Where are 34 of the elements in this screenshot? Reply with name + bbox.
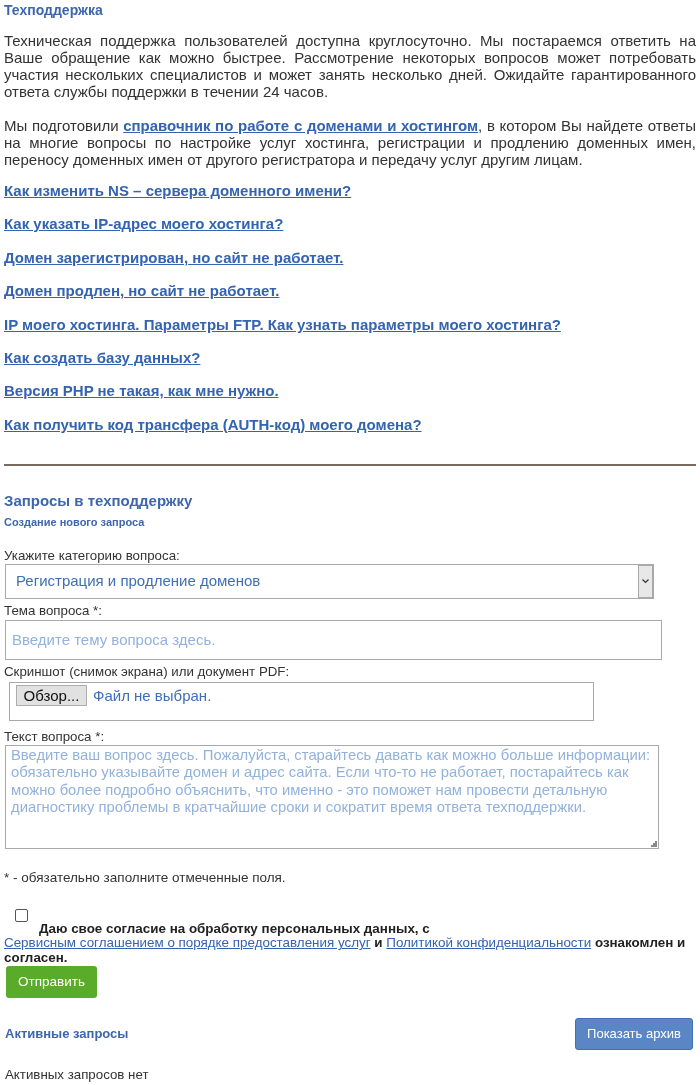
field-label: Скриншот (снимок экрана) или документ PDF: [4, 663, 290, 680]
faq-link[interactable]: IP моего хостинга. Параметры FTP. Как узнать параметры моего хостинга? [4, 315, 561, 334]
faq-link[interactable]: Версия PHP не такая, как мне нужно. [4, 382, 279, 401]
guide-link[interactable]: справочник по работе с доменами и хостингом [123, 117, 479, 134]
faq-link[interactable]: Как указать IP-адрес моего хостинга? [4, 215, 284, 234]
intro-paragraph: Техническая поддержка пользователей доступна круглосуточно. Мы постараемся ответить на Ваше обращение как можно быстрее. Рассмотрение некоторых вопросов может потребовать участия нескольких специалистов и может занять несколько дней. Ожидайте гарантированного ответа службы поддержки в течении 24 часов. [4, 32, 696, 100]
faq-link[interactable]: Домен продлен, но сайт не работает. [4, 282, 280, 301]
field-label: Тема вопроса *: [4, 602, 102, 619]
form-subtitle: Создание нового запроса [4, 514, 145, 529]
form-title: Запросы в техподдержку [4, 491, 193, 510]
category-select[interactable]: Регистрация и продление доменов [5, 563, 654, 599]
browse-button[interactable]: Обзор... [16, 684, 87, 706]
message-field[interactable]: Введите ваш вопрос здесь. Пожалуйста, старайтесь давать как можно больше информации: обязательно указывайте домен и адрес сайта. Если что-то не работает, постарайтесь как можно более подробно объяснить, что именно - это поможет нам провести детальную диагностику проблемы в кратчайшие сроки и сократит время ответа техподдержки. [5, 744, 659, 849]
file-status: Файл не выбран. [93, 685, 212, 706]
faq-link[interactable]: Как получить код трансфера (AUTH-код) моего домена? [4, 415, 422, 434]
archive-button[interactable]: Показать архив [575, 1018, 693, 1051]
subject-field[interactable]: Введите тему вопроса здесь. [5, 619, 662, 660]
faq-link[interactable]: Как создать базу данных? [4, 348, 201, 367]
chevron-down-icon[interactable] [638, 564, 653, 598]
field-label: Текст вопроса *: [4, 728, 105, 745]
consent-link[interactable]: Сервисным соглашением о порядке предоставления услуг [4, 935, 371, 951]
empty-message: Активных запросов нет [5, 1067, 149, 1084]
guide-paragraph: Мы подготовили справочник по работе с доменами и хостингом, в котором Вы найдете ответы на многие вопросы по настройке услуг хостинга, регистрации и продлению доменных имен, переносу доменных имен от другого регистратора и передачу услуг другим лицам. [4, 117, 696, 168]
section-title: Активные запросы [5, 1025, 129, 1044]
section-title: Техподдержка [4, 1, 103, 19]
consent-link[interactable]: Политикой конфиденциальности [386, 935, 592, 951]
consent-checkbox[interactable] [15, 908, 28, 922]
faq-link[interactable]: Как изменить NS – сервера доменного имени? [4, 182, 352, 200]
required-note: * - обязательно заполните отмеченные поля. [4, 869, 286, 886]
faq-link[interactable]: Домен зарегистрирован, но сайт не работает. [4, 248, 344, 267]
resize-grip-icon[interactable] [651, 840, 657, 847]
field-label: Укажите категорию вопроса: [4, 547, 180, 564]
file-field[interactable]: Обзор... Файл не выбран. [9, 681, 594, 721]
consent-text: Даю свое согласие на обработку персональных данных, с Сервисным соглашением о порядке предоставления услуг и Политикой конфиденциальности ознакомлен и согласен. [4, 921, 687, 966]
